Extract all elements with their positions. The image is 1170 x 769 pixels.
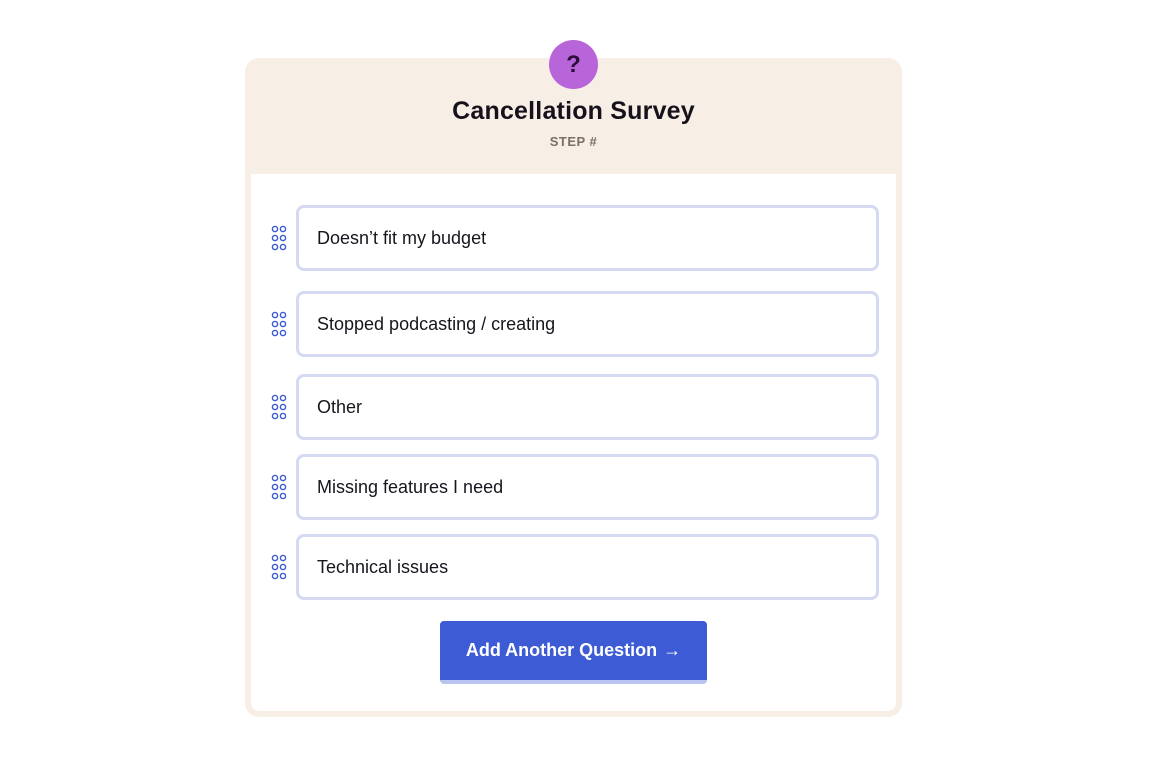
option-label: Doesn’t fit my budget	[317, 227, 487, 248]
question-mark-icon: ?	[549, 40, 598, 89]
survey-option[interactable]: Missing features I need	[296, 454, 879, 520]
option-label: Technical issues	[317, 556, 449, 577]
survey-option[interactable]: Technical issues	[296, 534, 879, 600]
survey-option[interactable]: Stopped podcasting / creating	[296, 291, 879, 357]
option-label: Other	[317, 396, 363, 417]
drag-handle-icon[interactable]	[271, 394, 287, 420]
arrow-right-icon: →	[663, 640, 682, 660]
drag-handle-icon[interactable]	[271, 554, 287, 580]
drag-handle-icon[interactable]	[271, 311, 287, 337]
option-label: Stopped podcasting / creating	[317, 313, 556, 334]
option-label: Missing features I need	[317, 476, 504, 497]
survey-editor: ? Cancellation Survey STEP # Doesn’t fit…	[0, 0, 1170, 769]
add-question-label: Add Another Question	[465, 640, 658, 660]
survey-title: Cancellation Survey	[452, 97, 695, 125]
step-label: STEP #	[549, 134, 598, 149]
survey-option[interactable]: Doesn’t fit my budget	[296, 205, 879, 271]
drag-handle-icon[interactable]	[271, 225, 287, 251]
survey-option[interactable]: Other	[296, 374, 879, 440]
add-question-button[interactable]: Add Another Question →	[440, 621, 707, 684]
drag-handle-icon[interactable]	[271, 474, 287, 500]
